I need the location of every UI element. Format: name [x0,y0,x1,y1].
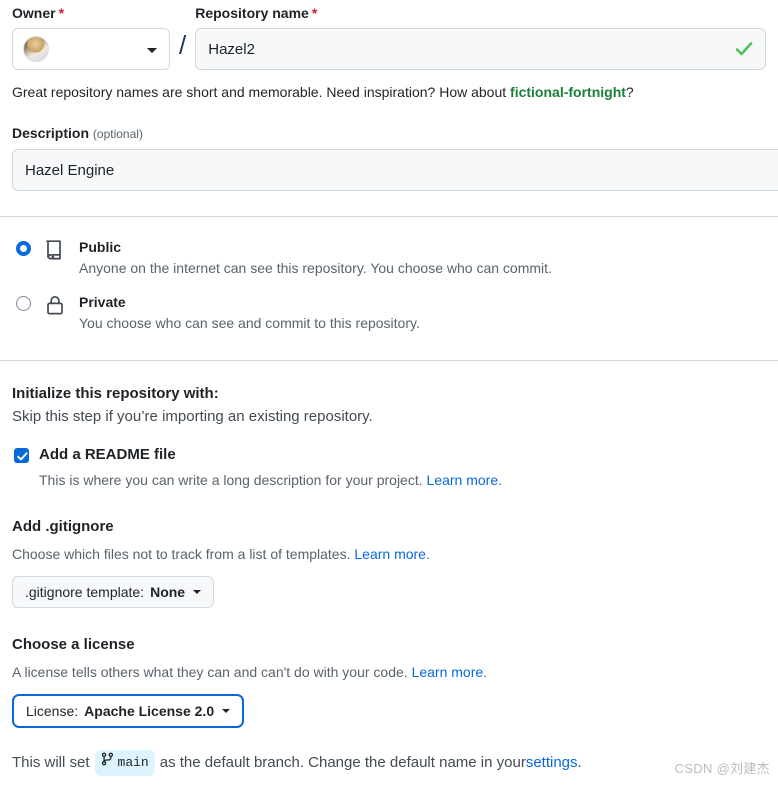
private-text-block: Private You choose who can see and commi… [79,292,766,333]
divider-after-visibility [0,360,778,361]
license-link-suffix: . [483,664,488,680]
license-learn-more-link[interactable]: Learn more [412,664,484,680]
initialize-section: Initialize this repository with: Skip th… [12,383,766,490]
public-title: Public [79,239,122,255]
repository-name-field: Repository name * [195,4,766,70]
readme-checkbox-row[interactable]: Add a README file [12,445,766,465]
visibility-option-public[interactable]: Public Anyone on the internet can see th… [12,237,766,278]
chevron-down-icon [147,48,157,53]
private-title: Private [79,294,126,310]
footer-middle-text: as the default branch. Change the defaul… [159,754,526,771]
description-label-text: Description [12,125,90,141]
chevron-down-icon [222,709,231,713]
lock-icon [43,292,69,320]
default-branch-note: This will set main as the default branch… [12,750,766,776]
hint-before-text: Great repository names are short and mem… [12,84,511,100]
gitignore-template-dropdown[interactable]: .gitignore template: None [12,576,215,608]
suggested-name-link[interactable]: fictional-fortnight [510,84,626,100]
hint-after-text: ? [625,84,634,100]
readme-learn-more-link[interactable]: Learn more [427,472,499,488]
owner-required-asterisk: * [58,5,65,21]
readme-description-text: This is where you can write a long descr… [39,472,427,488]
private-radio[interactable] [16,296,31,311]
git-branch-icon [101,751,114,775]
description-label: Description (optional) [12,124,766,143]
owner-repo-separator: / [179,30,187,60]
readme-link-suffix: . [498,472,502,488]
gitignore-button-prefix: .gitignore template: [25,584,145,600]
repository-name-required-asterisk: * [311,5,318,21]
repository-name-input[interactable] [195,28,766,70]
divider-after-description [0,216,778,217]
description-optional-text: (optional) [92,127,143,141]
description-input[interactable] [12,149,778,191]
gitignore-title: Add .gitignore [12,518,114,535]
gitignore-section: Add .gitignore Choose which files not to… [12,516,766,608]
public-radio[interactable] [16,241,31,256]
chevron-down-icon [193,590,202,594]
gitignore-description: Choose which files not to track from a l… [12,544,766,564]
owner-label: Owner * [12,4,170,22]
license-dropdown[interactable]: License: Apache License 2.0 [12,694,245,728]
initialize-title: Initialize this repository with: [12,385,219,402]
footer-before-text: This will set [12,754,90,771]
visibility-option-private[interactable]: Private You choose who can see and commi… [12,292,766,333]
readme-label: Add a README file [39,446,176,463]
gitignore-button-value: None [150,584,186,600]
default-branch-name: main [117,755,149,770]
repository-name-label: Repository name * [195,4,766,22]
gitignore-link-suffix: . [425,546,430,562]
owner-dropdown[interactable] [12,28,170,70]
gitignore-learn-more-link[interactable]: Learn more [354,546,426,562]
visibility-options: Public Anyone on the internet can see th… [12,237,766,333]
repository-name-input-wrap [195,28,766,70]
default-branch-badge: main [94,750,155,776]
initialize-subtitle: Skip this step if you’re importing an ex… [12,408,373,425]
readme-description: This is where you can write a long descr… [39,470,766,490]
valid-check-icon [734,39,754,59]
public-description: Anyone on the internet can see this repo… [79,260,552,276]
settings-link[interactable]: settings [526,751,578,775]
owner-label-text: Owner [12,5,56,21]
create-repository-form: Owner* / Repository name* Great [0,0,778,788]
owner-field: Owner * [12,4,170,70]
repo-icon [43,237,69,265]
license-button-prefix: License: [26,703,79,719]
description-field: Description (optional) [12,124,778,191]
repository-name-hint: Great repository names are short and mem… [12,82,766,102]
license-section: Choose a license A license tells others … [12,634,766,728]
repo-identity-row: Owner * / Repository name * [12,0,766,70]
license-button-value: Apache License 2.0 [84,703,215,719]
license-description-text: A license tells others what they can and… [12,664,412,680]
avatar [23,36,49,62]
license-description: A license tells others what they can and… [12,662,766,682]
footer-after-text: . [577,754,582,771]
private-description: You choose who can see and commit to thi… [79,315,420,331]
repository-name-label-text: Repository name [195,5,309,21]
license-title: Choose a license [12,636,135,653]
public-text-block: Public Anyone on the internet can see th… [79,237,766,278]
gitignore-description-text: Choose which files not to track from a l… [12,546,355,562]
readme-checkbox[interactable] [14,448,29,463]
